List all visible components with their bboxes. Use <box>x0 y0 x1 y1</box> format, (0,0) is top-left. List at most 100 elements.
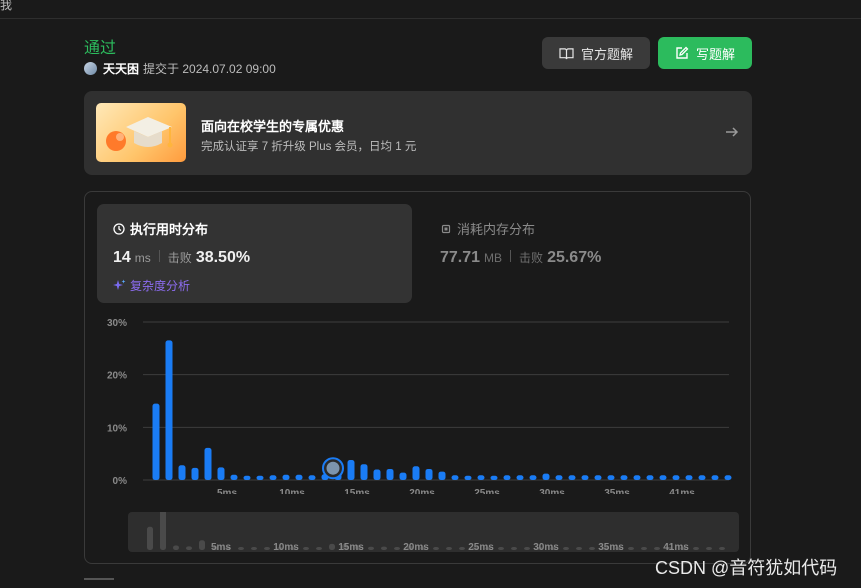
distribution-bar <box>724 475 732 480</box>
runtime-beats-value: 38.50% <box>195 249 251 266</box>
distribution-bar <box>503 475 511 480</box>
distribution-bar <box>568 475 576 480</box>
username[interactable]: 天天困 <box>103 60 139 77</box>
promo-title: 面向在校学生的专属优惠 <box>201 119 345 134</box>
distribution-bar <box>659 475 667 480</box>
runtime-beats-label: 击败 <box>167 251 192 265</box>
minimap-bar <box>706 547 712 550</box>
minimap-tick-label: 20ms <box>403 542 429 552</box>
distribution-bar <box>607 475 615 480</box>
minimap-bar <box>368 546 374 550</box>
distribution-bar <box>243 475 251 480</box>
distribution-bar <box>178 465 186 480</box>
official-solution-button[interactable]: 官方题解 <box>542 37 650 69</box>
edit-icon <box>676 46 689 59</box>
distribution-bar <box>386 468 394 480</box>
chip-icon <box>441 224 451 233</box>
chart-range-minimap[interactable]: 5ms 10ms 15ms 20ms 25ms 30ms 35ms 41ms <box>128 512 739 552</box>
x-tick-label: 15ms <box>344 488 370 494</box>
distribution-bar <box>191 467 199 480</box>
submission-status: 通过 <box>84 40 117 57</box>
user-avatar-icon <box>326 461 340 475</box>
bottom-fragment <box>84 578 114 588</box>
minimap-bar <box>160 512 166 550</box>
minimap-bar <box>524 547 530 550</box>
distribution-bar <box>620 475 628 480</box>
x-tick-label: 20ms <box>409 488 435 494</box>
minimap-bar <box>381 546 387 550</box>
submission-meta: 天天困 提交于 2024.07.02 09:00 <box>84 60 276 77</box>
memory-tab-label: 消耗内存分布 <box>457 222 536 237</box>
minimap-bar <box>238 547 244 550</box>
distribution-bar <box>399 472 407 480</box>
distribution-bar <box>646 475 654 480</box>
submitted-time: 提交于 2024.07.02 09:00 <box>143 62 276 76</box>
distribution-bar <box>711 475 719 480</box>
minimap-bar <box>511 547 517 550</box>
runtime-value: 14 <box>113 249 131 266</box>
distribution-bar <box>282 474 290 480</box>
y-tick-label: 30% <box>107 318 127 329</box>
y-tick-label: 20% <box>107 371 127 382</box>
distribution-bar <box>685 475 693 480</box>
distribution-bar <box>360 464 368 480</box>
minimap-bar <box>303 547 309 550</box>
complexity-analysis-link[interactable]: 复杂度分析 <box>113 277 190 294</box>
memory-value: 77.71 <box>440 249 481 266</box>
minimap-bar <box>264 547 270 550</box>
distribution-bar <box>308 475 316 480</box>
distribution-bar <box>464 475 472 480</box>
runtime-distribution-chart[interactable]: 30% 20% 10% 0% 5ms 10ms 15ms 20ms 25ms 30ms 35ms 41… <box>97 314 737 494</box>
official-solution-label: 官方题解 <box>580 46 633 62</box>
x-tick-label: 5ms <box>217 488 237 494</box>
student-promo-banner[interactable]: 面向在校学生的专属优惠 完成认证享 7 折升级 Plus 会员，日均 1 元 <box>84 91 752 175</box>
distribution-bar <box>373 469 381 480</box>
top-bar: 我 <box>0 0 861 19</box>
minimap-tick-label: 10ms <box>273 542 299 552</box>
write-solution-button[interactable]: 写题解 <box>658 37 752 69</box>
distribution-bar <box>477 475 485 480</box>
minimap-bar <box>199 540 205 550</box>
distribution-bar <box>269 475 277 480</box>
memory-beats-value: 25.67% <box>547 249 602 266</box>
distribution-bar <box>152 403 160 480</box>
avatar[interactable] <box>84 62 97 75</box>
distribution-bar <box>165 340 173 480</box>
distribution-bar <box>698 475 706 480</box>
runtime-metric: 14 ms 击败 38.50% <box>113 249 254 267</box>
runtime-unit: ms <box>134 251 151 265</box>
memory-metric: 77.71 MB 击败 25.67% <box>440 249 605 267</box>
promo-subtitle: 完成认证享 7 折升级 Plus 会员，日均 1 元 <box>201 141 417 153</box>
distribution-bar <box>633 475 641 480</box>
memory-unit: MB <box>484 251 503 265</box>
complexity-analysis-label: 复杂度分析 <box>130 279 191 293</box>
distribution-bar <box>230 474 238 480</box>
minimap-tick-label: 15ms <box>338 542 364 552</box>
distribution-bar <box>438 471 446 480</box>
minimap-bar <box>459 547 465 550</box>
graduation-cap-illustration <box>96 103 186 162</box>
minimap-bar <box>394 547 400 550</box>
minimap-bar <box>147 526 153 550</box>
divider <box>510 250 512 262</box>
y-tick-label: 10% <box>107 423 127 434</box>
distribution-bar <box>256 475 264 480</box>
x-tick-label: 10ms <box>279 488 305 494</box>
minimap-bar <box>329 543 335 550</box>
divider <box>158 250 160 262</box>
distribution-bar <box>412 466 420 480</box>
memory-tab-title[interactable]: 消耗内存分布 <box>440 219 535 238</box>
distribution-bar <box>347 459 355 480</box>
minimap-bar <box>433 547 439 550</box>
distribution-bar <box>581 475 589 480</box>
runtime-tab-title[interactable]: 执行用时分布 <box>113 219 208 238</box>
x-tick-label: 35ms <box>604 488 630 494</box>
arrow-right-icon[interactable] <box>724 124 740 140</box>
distribution-bar <box>425 468 433 480</box>
distribution-bar <box>204 447 212 480</box>
book-icon <box>559 47 574 59</box>
minimap-bar <box>173 545 179 550</box>
y-tick-label: 0% <box>113 476 128 487</box>
write-solution-label: 写题解 <box>695 46 735 62</box>
runtime-tab-label: 执行用时分布 <box>130 222 209 237</box>
